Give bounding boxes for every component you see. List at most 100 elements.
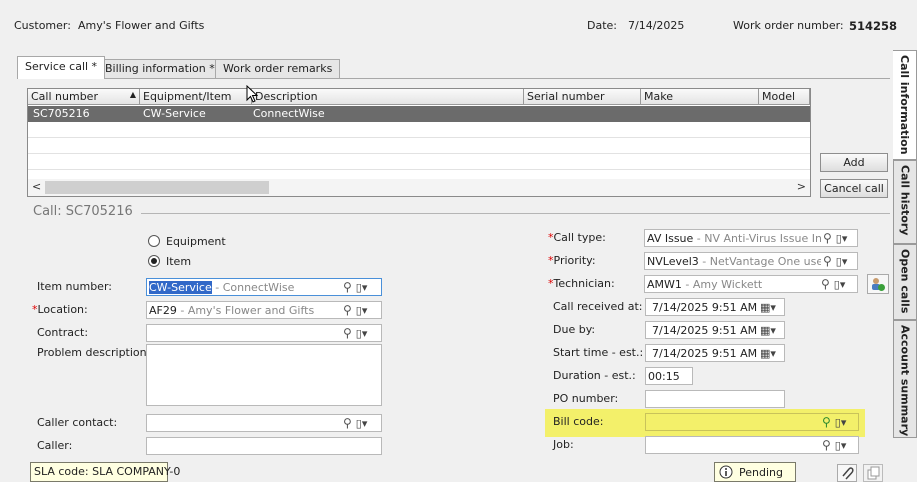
column-header-call-number[interactable]: Call number ▲ xyxy=(28,89,140,105)
search-icon[interactable]: ⚲ xyxy=(343,416,352,430)
problem-description-textarea[interactable] xyxy=(146,344,382,406)
due-by-field[interactable]: 7/14/2025 9:51 AM ▦▾ xyxy=(645,321,785,339)
item-number-label: Item number: xyxy=(37,280,112,293)
call-type-code: AV Issue xyxy=(647,232,694,245)
date-label: Date: xyxy=(587,19,617,32)
calendar-icon[interactable]: ▦▾ xyxy=(760,301,776,314)
search-icon[interactable]: ⚲ xyxy=(343,280,352,294)
cell-equipment: CW-Service xyxy=(143,107,206,120)
form-lookup-icon[interactable]: ▯▾ xyxy=(356,417,368,430)
status-pending-button[interactable]: Pending xyxy=(714,462,796,482)
grid-header: Call number ▲ Equipment/Item Description… xyxy=(28,89,810,105)
problem-description-label: Problem description: xyxy=(37,346,151,359)
po-number-label: PO number: xyxy=(553,392,619,405)
table-row[interactable]: SC705216 CW-Service ConnectWise xyxy=(28,106,810,122)
column-header-description[interactable]: Description xyxy=(252,89,524,105)
search-icon[interactable]: ⚲ xyxy=(823,254,832,268)
work-order-label: Work order number: xyxy=(733,19,844,32)
po-number-field[interactable] xyxy=(645,390,785,408)
copy-icon[interactable] xyxy=(863,464,883,482)
attachment-icon[interactable] xyxy=(837,464,857,482)
side-tab-call-information[interactable]: Call information xyxy=(893,50,917,160)
column-header-equipment-item[interactable]: Equipment/Item xyxy=(140,89,252,105)
customer-value: Amy's Flower and Gifts xyxy=(78,19,205,32)
horizontal-scrollbar[interactable]: < > xyxy=(28,179,810,196)
caller-label: Caller: xyxy=(37,439,73,452)
start-time-field[interactable]: 7/14/2025 9:51 AM ▦▾ xyxy=(645,344,785,362)
form-lookup-icon[interactable]: ▯▾ xyxy=(835,416,847,429)
table-row xyxy=(28,154,810,170)
call-type-desc: - NV Anti-Virus Issue Instal xyxy=(693,232,842,245)
item-radio[interactable] xyxy=(148,255,160,267)
date-value: 7/14/2025 xyxy=(628,19,685,32)
customer-label: Customer: xyxy=(14,19,71,32)
scrollbar-thumb[interactable] xyxy=(45,181,269,194)
table-row xyxy=(28,138,810,154)
search-icon[interactable]: ⚲ xyxy=(823,231,832,245)
calendar-icon[interactable]: ▦▾ xyxy=(760,324,776,337)
start-time-label: Start time - est.: xyxy=(553,346,644,359)
tab-strip-divider xyxy=(17,78,890,79)
caller-field[interactable] xyxy=(146,437,382,455)
location-label: *Location: xyxy=(32,303,88,316)
column-header-make[interactable]: Make xyxy=(641,89,759,105)
form-lookup-icon[interactable]: ▯▾ xyxy=(356,327,368,340)
duration-value: 00:15 xyxy=(648,370,680,383)
technician-schedule-icon[interactable] xyxy=(867,274,889,294)
item-number-field[interactable]: CW-Service - ConnectWise ⚲ ▯▾ xyxy=(146,278,382,296)
location-code: AF29 xyxy=(149,304,177,317)
start-time-value: 7/14/2025 9:51 AM xyxy=(652,347,758,360)
contract-label: Contract: xyxy=(37,326,89,339)
form-lookup-icon[interactable]: ▯▾ xyxy=(356,281,368,294)
calendar-icon[interactable]: ▦▾ xyxy=(760,347,776,360)
call-section-title: Call: SC705216 xyxy=(33,204,133,219)
tab-service-call[interactable]: Service call * xyxy=(17,56,106,79)
form-lookup-icon[interactable]: ▯▾ xyxy=(836,255,848,268)
item-radio-label: Item xyxy=(166,255,192,268)
job-field[interactable]: ⚲ ▯▾ xyxy=(645,436,859,454)
priority-field[interactable]: NVLevel3 - NetVantage One user/sm ⚲ ▯▾ xyxy=(644,252,858,270)
caller-contact-label: Caller contact: xyxy=(37,416,118,429)
technician-desc: - Amy Wickett xyxy=(681,278,763,291)
caller-contact-field[interactable]: ⚲ ▯▾ xyxy=(146,414,382,432)
cell-description: ConnectWise xyxy=(253,107,325,120)
side-tab-account-summary[interactable]: Account summary xyxy=(893,320,917,438)
search-icon[interactable]: ⚲ xyxy=(343,303,352,317)
technician-field[interactable]: AMW1 - Amy Wickett ⚲ ▯▾ xyxy=(644,275,858,293)
status-label: Pending xyxy=(739,465,783,479)
form-lookup-icon[interactable]: ▯▾ xyxy=(835,439,847,452)
call-received-value: 7/14/2025 9:51 AM xyxy=(652,301,758,314)
search-icon[interactable]: ⚲ xyxy=(343,326,352,340)
scroll-left-icon[interactable]: < xyxy=(32,180,41,193)
sla-code-badge: SLA code: SLA COMPANY-0 xyxy=(30,462,180,482)
location-field[interactable]: AF29 - Amy's Flower and Gifts ⚲ ▯▾ xyxy=(146,301,382,319)
column-header-serial-number[interactable]: Serial number xyxy=(524,89,641,105)
scroll-right-icon[interactable]: > xyxy=(797,180,806,193)
calls-grid[interactable]: Call number ▲ Equipment/Item Description… xyxy=(27,88,811,197)
form-lookup-icon[interactable]: ▯▾ xyxy=(836,232,848,245)
cancel-call-button[interactable]: Cancel call xyxy=(820,179,888,198)
due-by-value: 7/14/2025 9:51 AM xyxy=(652,324,758,337)
search-icon[interactable]: ⚲ xyxy=(822,438,831,452)
add-button[interactable]: Add xyxy=(820,153,888,172)
tab-billing-information[interactable]: Billing information * xyxy=(97,59,223,78)
bill-code-field[interactable]: ⚲ ▯▾ xyxy=(645,413,859,431)
contract-field[interactable]: ⚲ ▯▾ xyxy=(146,324,382,342)
call-received-field[interactable]: 7/14/2025 9:51 AM ▦▾ xyxy=(645,298,785,316)
column-header-model[interactable]: Model xyxy=(759,89,810,105)
search-icon[interactable]: ⚲ xyxy=(821,277,830,291)
search-icon[interactable]: ⚲ xyxy=(822,415,831,429)
equipment-radio[interactable] xyxy=(148,235,160,247)
tab-work-order-remarks[interactable]: Work order remarks xyxy=(215,59,341,78)
mouse-pointer-icon xyxy=(246,85,258,103)
call-received-label: Call received at: xyxy=(553,300,643,313)
technician-code: AMW1 xyxy=(647,278,682,291)
duration-field[interactable]: 00:15 xyxy=(645,367,693,385)
side-tab-open-calls[interactable]: Open calls xyxy=(893,244,917,320)
priority-code: NVLevel3 xyxy=(647,255,699,268)
form-lookup-icon[interactable]: ▯▾ xyxy=(834,278,846,291)
technician-label: *Technician: xyxy=(548,277,615,290)
form-lookup-icon[interactable]: ▯▾ xyxy=(356,304,368,317)
side-tab-call-history[interactable]: Call history xyxy=(893,160,917,244)
call-type-field[interactable]: AV Issue - NV Anti-Virus Issue Instal ⚲ ▯… xyxy=(644,229,858,247)
